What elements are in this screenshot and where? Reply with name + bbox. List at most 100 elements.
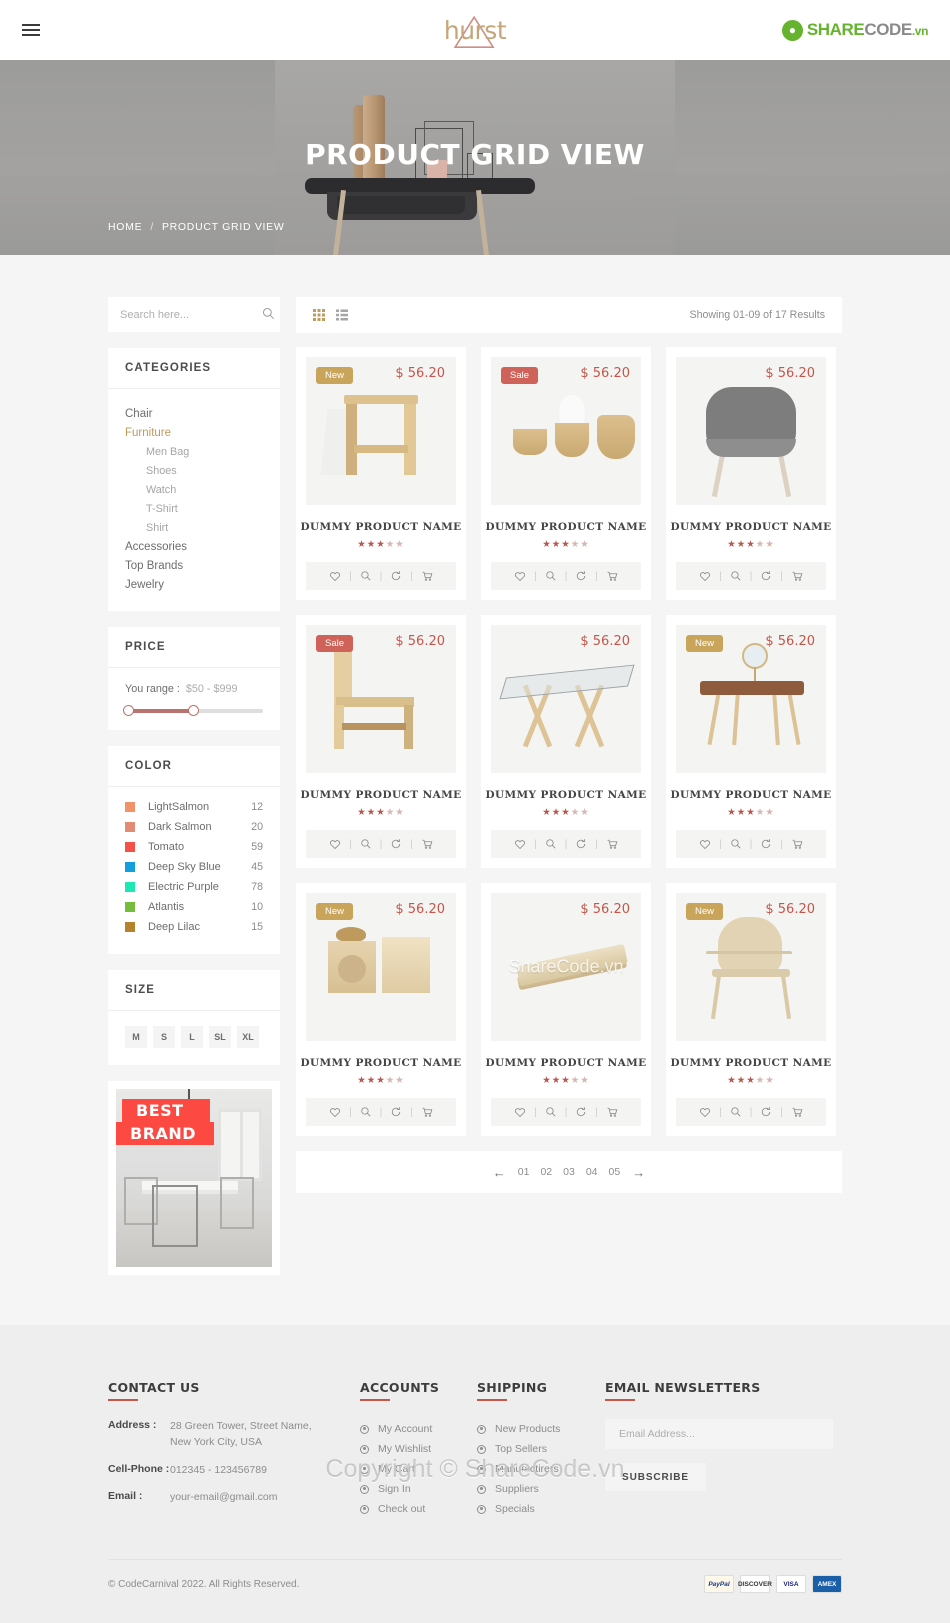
product-name[interactable]: DUMMY PRODUCT NAME	[481, 789, 651, 801]
product-image[interactable]: Sale $ 56.20	[306, 625, 456, 773]
quickview-icon[interactable]	[722, 1106, 750, 1118]
product-card[interactable]: New $ 56.20 DUMMY PRODUCT NAME ★★★★★ | | |	[666, 615, 836, 868]
product-image[interactable]: Sale $ 56.20	[491, 357, 641, 505]
size-option-s[interactable]: S	[153, 1026, 175, 1048]
wishlist-icon[interactable]	[691, 570, 719, 582]
category-item-chair[interactable]: Chair	[125, 404, 263, 423]
color-filter-deep-lilac[interactable]: Deep Lilac 15	[125, 917, 263, 937]
shipping-link-top-sellers[interactable]: Top Sellers	[477, 1439, 605, 1459]
newsletter-email-input[interactable]	[605, 1419, 833, 1449]
compare-icon[interactable]	[752, 570, 780, 582]
wishlist-icon[interactable]	[691, 838, 719, 850]
category-item-jewelry[interactable]: Jewelry	[125, 575, 263, 594]
product-image[interactable]: $ 56.20	[676, 357, 826, 505]
cart-icon[interactable]	[598, 1106, 626, 1118]
product-image[interactable]: $ 56.20 ShareCode.vn	[491, 893, 641, 1041]
quickview-icon[interactable]	[537, 570, 565, 582]
category-item-shirt[interactable]: Shirt	[125, 518, 263, 537]
wishlist-icon[interactable]	[506, 838, 534, 850]
compare-icon[interactable]	[752, 1106, 780, 1118]
cart-icon[interactable]	[783, 838, 811, 850]
category-item-watch[interactable]: Watch	[125, 480, 263, 499]
price-slider-handle-max[interactable]	[188, 705, 200, 716]
size-option-l[interactable]: L	[181, 1026, 203, 1048]
product-name[interactable]: DUMMY PRODUCT NAME	[296, 521, 466, 533]
search-icon[interactable]	[262, 307, 275, 323]
product-name[interactable]: DUMMY PRODUCT NAME	[296, 789, 466, 801]
compare-icon[interactable]	[567, 570, 595, 582]
hamburger-menu-icon[interactable]	[22, 24, 44, 36]
account-link-my-cart[interactable]: My Cart	[360, 1459, 477, 1479]
cart-icon[interactable]	[413, 1106, 441, 1118]
size-option-m[interactable]: M	[125, 1026, 147, 1048]
subscribe-button[interactable]: SUBSCRIBE	[605, 1463, 706, 1491]
quickview-icon[interactable]	[537, 1106, 565, 1118]
color-filter-atlantis[interactable]: Atlantis 10	[125, 897, 263, 917]
compare-icon[interactable]	[567, 1106, 595, 1118]
product-name[interactable]: DUMMY PRODUCT NAME	[296, 1057, 466, 1069]
product-card[interactable]: New $ 56.20 DUMMY PRODUCT NAME ★★★★★ | | |	[666, 883, 836, 1136]
color-filter-lightsalmon[interactable]: LightSalmon 12	[125, 797, 263, 817]
cart-icon[interactable]	[598, 570, 626, 582]
price-slider[interactable]	[123, 705, 263, 716]
color-filter-dark-salmon[interactable]: Dark Salmon 20	[125, 817, 263, 837]
category-item-furniture[interactable]: Furniture	[125, 423, 263, 442]
product-image[interactable]: New $ 56.20	[676, 893, 826, 1041]
category-item-accessories[interactable]: Accessories	[125, 537, 263, 556]
account-link-check-out[interactable]: Check out	[360, 1499, 477, 1519]
product-image[interactable]: New $ 56.20	[676, 625, 826, 773]
pagination-page-05[interactable]: 05	[609, 1166, 621, 1178]
product-card[interactable]: $ 56.20 DUMMY PRODUCT NAME ★★★★★ | | |	[666, 347, 836, 600]
wishlist-icon[interactable]	[506, 570, 534, 582]
compare-icon[interactable]	[567, 838, 595, 850]
category-item-men-bag[interactable]: Men Bag	[125, 442, 263, 461]
pagination-next[interactable]: →	[632, 1165, 645, 1180]
pagination-page-02[interactable]: 02	[540, 1166, 552, 1178]
quickview-icon[interactable]	[352, 838, 380, 850]
search-input[interactable]	[120, 308, 262, 321]
cart-icon[interactable]	[413, 570, 441, 582]
shipping-link-manufactirers[interactable]: Manufactirers	[477, 1459, 605, 1479]
color-filter-electric-purple[interactable]: Electric Purple 78	[125, 877, 263, 897]
shipping-link-specials[interactable]: Specials	[477, 1499, 605, 1519]
sidebar-search[interactable]	[108, 297, 280, 332]
shipping-link-new-products[interactable]: New Products	[477, 1419, 605, 1439]
cart-icon[interactable]	[783, 1106, 811, 1118]
compare-icon[interactable]	[382, 1106, 410, 1118]
size-option-sl[interactable]: SL	[209, 1026, 231, 1048]
wishlist-icon[interactable]	[691, 1106, 719, 1118]
compare-icon[interactable]	[382, 838, 410, 850]
quickview-icon[interactable]	[722, 570, 750, 582]
category-item-shoes[interactable]: Shoes	[125, 461, 263, 480]
account-link-sign-in[interactable]: Sign In	[360, 1479, 477, 1499]
account-link-my-account[interactable]: My Account	[360, 1419, 477, 1439]
product-card[interactable]: $ 56.20 DUMMY PRODUCT NAME ★★★★★ | | |	[481, 615, 651, 868]
product-card[interactable]: New $ 56.20 DUMMY PRODUCT NAME ★★★★★ | | |	[296, 347, 466, 600]
category-item-t-shirt[interactable]: T-Shirt	[125, 499, 263, 518]
product-image[interactable]: New $ 56.20	[306, 357, 456, 505]
product-name[interactable]: DUMMY PRODUCT NAME	[666, 521, 836, 533]
wishlist-icon[interactable]	[321, 838, 349, 850]
pagination-page-04[interactable]: 04	[586, 1166, 598, 1178]
shipping-link-suppliers[interactable]: Suppliers	[477, 1479, 605, 1499]
product-card[interactable]: $ 56.20 ShareCode.vn DUMMY PRODUCT NAME ★★★…	[481, 883, 651, 1136]
category-item-top-brands[interactable]: Top Brands	[125, 556, 263, 575]
quickview-icon[interactable]	[722, 838, 750, 850]
cart-icon[interactable]	[783, 570, 811, 582]
cart-icon[interactable]	[598, 838, 626, 850]
quickview-icon[interactable]	[352, 1106, 380, 1118]
product-card[interactable]: Sale $ 56.20 DUMMY PRODUCT NAME ★★★★★ | | |	[296, 615, 466, 868]
price-slider-handle-min[interactable]	[123, 705, 134, 716]
grid-view-icon[interactable]	[313, 309, 325, 321]
wishlist-icon[interactable]	[321, 570, 349, 582]
product-card[interactable]: New $ 56.20 DUMMY PRODUCT NAME ★★★★★ | | |	[296, 883, 466, 1136]
color-filter-tomato[interactable]: Tomato 59	[125, 837, 263, 857]
product-name[interactable]: DUMMY PRODUCT NAME	[481, 521, 651, 533]
pagination-page-01[interactable]: 01	[518, 1166, 530, 1178]
wishlist-icon[interactable]	[321, 1106, 349, 1118]
product-name[interactable]: DUMMY PRODUCT NAME	[666, 1057, 836, 1069]
compare-icon[interactable]	[752, 838, 780, 850]
product-image[interactable]: $ 56.20	[491, 625, 641, 773]
quickview-icon[interactable]	[352, 570, 380, 582]
quickview-icon[interactable]	[537, 838, 565, 850]
